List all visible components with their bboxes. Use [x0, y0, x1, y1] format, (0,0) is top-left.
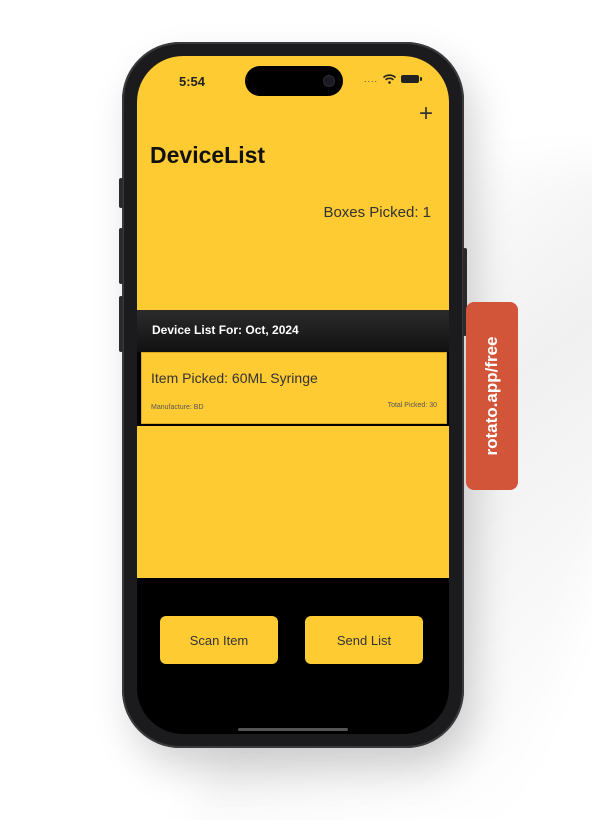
scan-item-button[interactable]: Scan Item: [160, 616, 278, 664]
add-button[interactable]: +: [419, 102, 433, 126]
boxes-picked-count: Boxes Picked: 1: [323, 204, 431, 221]
rotato-badge[interactable]: rotato.app/free: [466, 302, 518, 490]
manufacture-label: Manufacture: BD: [151, 404, 204, 411]
side-button-action: [119, 178, 123, 208]
dynamic-island: [245, 66, 343, 96]
total-picked-label: Total Picked: 30: [387, 402, 437, 409]
list-item[interactable]: Item Picked: 60ML Syringe Manufacture: B…: [141, 352, 447, 424]
section-header: Device List For: Oct, 2024: [137, 310, 449, 352]
badge-text: rotato.app/free: [482, 336, 501, 456]
list-empty-area: [137, 426, 449, 578]
camera-icon: [323, 75, 335, 87]
status-time: 5:54: [179, 74, 206, 89]
side-button-volume-up: [119, 228, 123, 284]
signal-icon: ....: [363, 74, 378, 84]
status-icons: ....: [363, 74, 422, 84]
page-title: DeviceList: [150, 142, 266, 168]
phone-screen: 5:54 .... + DeviceList Boxes Picked: 1 D…: [137, 56, 449, 734]
item-picked-label: Item Picked: 60ML Syringe: [151, 370, 318, 386]
battery-icon: [401, 75, 422, 83]
side-button-volume-down: [119, 296, 123, 352]
home-indicator: [238, 728, 348, 731]
section-title: Device List For: Oct, 2024: [152, 323, 299, 337]
send-list-button[interactable]: Send List: [305, 616, 423, 664]
wifi-icon: [383, 74, 396, 84]
